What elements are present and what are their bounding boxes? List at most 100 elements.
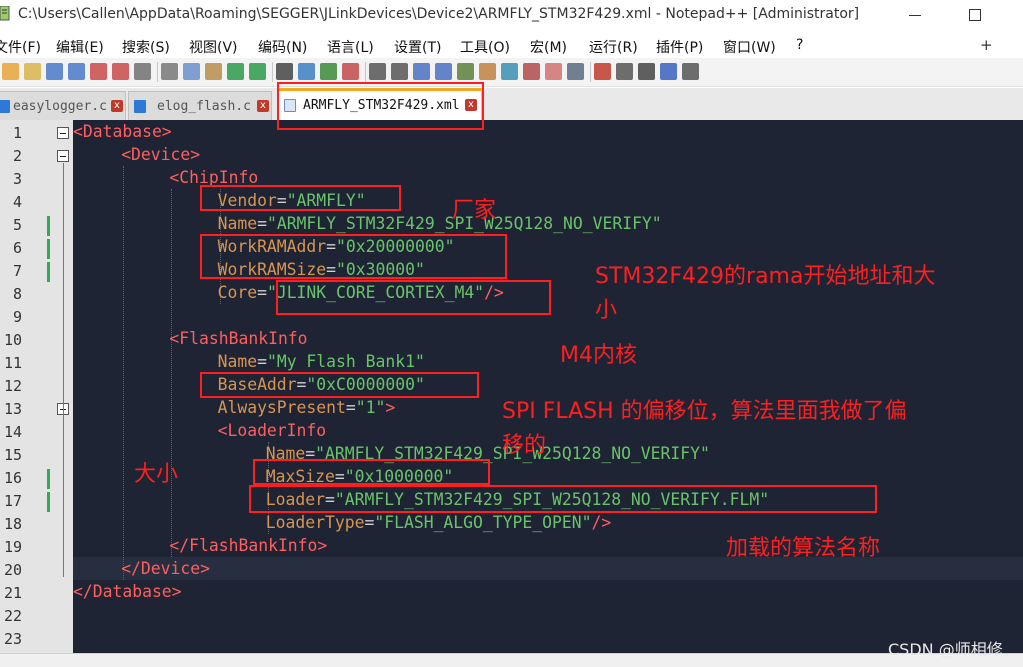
undo-icon[interactable] [227, 63, 244, 80]
title-bar: C:\Users\Callen\AppData\Roaming\SEGGER\J… [0, 0, 1023, 30]
indent-guide-icon[interactable] [457, 63, 474, 80]
tab-easylogger[interactable]: easylogger.c x [0, 91, 126, 120]
menu-encoding[interactable]: 编码(N) [258, 37, 307, 57]
minimize-button[interactable] [900, 4, 930, 26]
fold-toggle-icon[interactable] [57, 127, 69, 139]
menu-settings[interactable]: 设置(T) [394, 37, 441, 57]
add-new-tab-button[interactable]: + [980, 36, 993, 54]
tab-elog-flash[interactable]: elog_flash.c x [128, 91, 272, 120]
play-macro-icon[interactable] [638, 63, 655, 80]
line-number: 4 [12, 193, 22, 211]
line-number: 2 [12, 147, 22, 165]
zoom-in-icon[interactable] [320, 63, 337, 80]
annotation-core: M4内核 [560, 343, 637, 368]
menu-help[interactable]: ? [796, 37, 803, 53]
change-marker [47, 262, 50, 282]
file-saved-icon [0, 100, 10, 113]
tab-close-button[interactable]: x [257, 100, 269, 112]
run-macro-multiple-icon[interactable] [660, 63, 677, 80]
code-line[interactable]: </FlashBankInfo> [169, 534, 327, 557]
menu-search[interactable]: 搜索(S) [122, 37, 170, 57]
current-line-highlight [73, 557, 1023, 580]
indent-guide [171, 189, 173, 557]
line-number: 12 [3, 377, 22, 395]
stop-record-icon[interactable] [616, 63, 633, 80]
line-number: 22 [3, 607, 22, 625]
menu-window[interactable]: 窗口(W) [723, 37, 776, 57]
monitor-icon[interactable] [567, 63, 584, 80]
menu-edit[interactable]: 编辑(E) [56, 37, 104, 57]
xml-tag: /> [591, 513, 612, 532]
close-icon[interactable] [90, 63, 107, 80]
menu-tools[interactable]: 工具(O) [460, 37, 510, 57]
tab-bar: easylogger.c x elog_flash.c x ARMFLY_STM… [0, 88, 1023, 121]
menu-run[interactable]: 运行(R) [589, 37, 638, 57]
fold-line [63, 163, 64, 577]
folder-workspace-icon[interactable] [545, 63, 562, 80]
code-line[interactable]: <Database> [73, 120, 172, 143]
sync-h-icon[interactable] [391, 63, 408, 80]
code-line[interactable]: AlwaysPresent="1"> [218, 396, 396, 419]
save-icon[interactable] [46, 63, 63, 80]
menu-plugins[interactable]: 插件(P) [656, 37, 703, 57]
record-macro-icon[interactable] [594, 63, 611, 80]
xml-punct: = [364, 513, 375, 532]
file-saved-icon [134, 100, 146, 113]
xml-attribute: Core [217, 283, 258, 302]
function-list-icon[interactable] [523, 63, 540, 80]
menu-file[interactable]: 文件(F) [0, 37, 41, 57]
print-icon[interactable] [134, 63, 151, 80]
code-line[interactable]: <Device> [121, 143, 200, 166]
line-number: 19 [3, 538, 22, 556]
redo-icon[interactable] [249, 63, 266, 80]
doc-map-icon[interactable] [501, 63, 518, 80]
line-number: 15 [3, 446, 22, 464]
code-line[interactable]: <FlashBankInfo [169, 327, 307, 350]
code-line[interactable]: </Database> [73, 580, 182, 603]
xml-value: "My Flash Bank1" [266, 352, 425, 371]
menu-view[interactable]: 视图(V) [189, 37, 238, 57]
menu-macro[interactable]: 宏(M) [530, 37, 567, 57]
notepadpp-app-icon[interactable] [0, 6, 10, 21]
new-file-icon[interactable] [2, 63, 19, 80]
fold-toggle-icon[interactable] [57, 150, 69, 162]
line-number: 7 [12, 262, 22, 280]
highlight-core [276, 280, 551, 315]
maximize-button[interactable] [960, 4, 990, 26]
code-line[interactable]: </Device> [121, 557, 210, 580]
close-all-icon[interactable] [112, 63, 129, 80]
sync-v-icon[interactable] [369, 63, 386, 80]
open-file-icon[interactable] [24, 63, 41, 80]
xml-punct: = [257, 283, 267, 302]
status-bar [0, 653, 1023, 667]
paste-icon[interactable] [205, 63, 222, 80]
menu-language[interactable]: 语言(L) [327, 37, 374, 57]
zoom-out-icon[interactable] [342, 63, 359, 80]
code-line[interactable]: LoaderType="FLASH_ALGO_TYPE_OPEN"/> [266, 511, 611, 534]
show-all-chars-icon[interactable] [435, 63, 452, 80]
code-line[interactable]: <LoaderInfo [218, 419, 327, 442]
save-macro-icon[interactable] [682, 63, 699, 80]
save-all-icon[interactable] [68, 63, 85, 80]
xml-punct: = [257, 214, 267, 233]
replace-icon[interactable] [298, 63, 315, 80]
line-number-gutter[interactable]: 1 2 3 4 5 6 7 8 9 10 11 12 13 14 15 16 17 18 19 20 21 22 23 [0, 120, 55, 653]
line-number: 3 [12, 170, 22, 188]
word-wrap-icon[interactable] [413, 63, 430, 80]
code-line[interactable]: Name="My Flash Bank1" [218, 350, 425, 373]
line-number: 11 [3, 354, 22, 372]
xml-attribute: LoaderType [265, 513, 365, 532]
annotation-ram-line2: 小 [595, 298, 618, 323]
fold-margin[interactable] [55, 120, 73, 653]
highlight-max-size [253, 459, 490, 485]
udl-icon[interactable] [479, 63, 496, 80]
tab-close-button[interactable]: x [111, 100, 123, 112]
code-line[interactable]: Name="ARMFLY_STM32F429_SPI_W25Q128_NO_VE… [218, 212, 662, 235]
find-icon[interactable] [276, 63, 293, 80]
highlight-vendor [200, 185, 401, 211]
copy-icon[interactable] [183, 63, 200, 80]
xml-tag: </Database> [73, 582, 182, 601]
annotation-size: 大小 [134, 462, 179, 487]
xml-tag: <Device> [121, 145, 201, 164]
cut-icon[interactable] [161, 63, 178, 80]
